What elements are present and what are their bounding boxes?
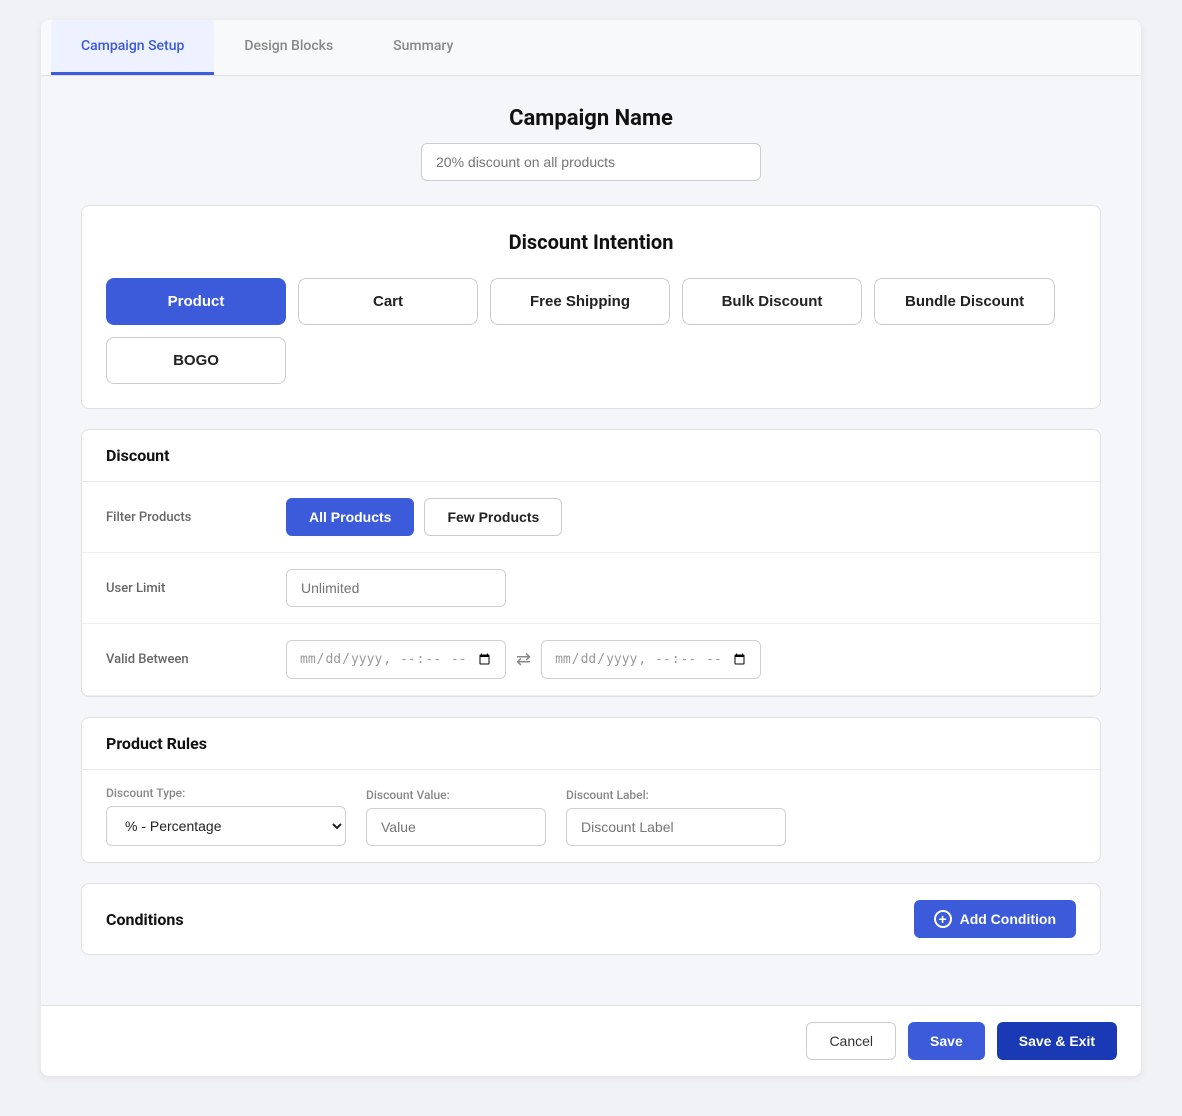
user-limit-row: User Limit [82, 553, 1100, 624]
user-limit-controls [286, 569, 1076, 607]
valid-between-controls: ⇄ [286, 640, 1076, 679]
user-limit-input[interactable] [286, 569, 506, 607]
discount-value-label: Discount Value: [366, 788, 546, 802]
campaign-name-input[interactable] [421, 143, 761, 181]
conditions-title: Conditions [106, 910, 184, 929]
discount-type-select[interactable]: % - Percentage $ - Fixed Amount [106, 806, 346, 846]
product-rules-row: Discount Type: % - Percentage $ - Fixed … [82, 770, 1100, 862]
tabs-bar: Campaign Setup Design Blocks Summary [41, 20, 1141, 76]
arrows-icon: ⇄ [516, 649, 531, 670]
discount-intention-title: Discount Intention [106, 230, 1076, 254]
valid-from-date-input[interactable] [286, 640, 506, 679]
discount-label-label: Discount Label: [566, 788, 786, 802]
product-rules-title: Product Rules [82, 718, 1100, 770]
filter-products-label: Filter Products [106, 510, 286, 525]
conditions-card: Conditions + Add Condition [81, 883, 1101, 955]
date-group: ⇄ [286, 640, 761, 679]
filter-few-products-btn[interactable]: Few Products [424, 498, 562, 536]
plus-circle-icon: + [934, 910, 952, 928]
intention-btn-free-shipping[interactable]: Free Shipping [490, 278, 670, 325]
discount-intention-card: Discount Intention Product Cart Free Shi… [81, 205, 1101, 409]
conditions-header: Conditions + Add Condition [82, 884, 1100, 954]
intention-btn-product[interactable]: Product [106, 278, 286, 325]
intention-buttons-grid: Product Cart Free Shipping Bulk Discount… [106, 278, 1076, 384]
campaign-name-section: Campaign Name [81, 106, 1101, 181]
discount-section-title: Discount [82, 430, 1100, 482]
valid-between-label: Valid Between [106, 652, 286, 667]
content-area: Campaign Name Discount Intention Product… [41, 76, 1141, 1005]
cancel-button[interactable]: Cancel [806, 1022, 896, 1060]
save-exit-button[interactable]: Save & Exit [997, 1022, 1117, 1060]
main-container: Campaign Setup Design Blocks Summary Cam… [41, 20, 1141, 1076]
intention-btn-bundle-discount[interactable]: Bundle Discount [874, 278, 1055, 325]
discount-label-group: Discount Label: [566, 788, 786, 846]
campaign-name-title: Campaign Name [81, 106, 1101, 131]
discount-label-input[interactable] [566, 808, 786, 846]
valid-to-date-input[interactable] [541, 640, 761, 679]
footer: Cancel Save Save & Exit [41, 1005, 1141, 1076]
tab-design-blocks[interactable]: Design Blocks [214, 20, 363, 75]
discount-value-input[interactable] [366, 808, 546, 846]
filter-products-controls: All Products Few Products [286, 498, 1076, 536]
intention-btn-bulk-discount[interactable]: Bulk Discount [682, 278, 862, 325]
tab-summary[interactable]: Summary [363, 20, 483, 75]
save-button[interactable]: Save [908, 1022, 985, 1060]
discount-type-group: Discount Type: % - Percentage $ - Fixed … [106, 786, 346, 846]
add-condition-button[interactable]: + Add Condition [914, 900, 1076, 938]
add-condition-label: Add Condition [960, 911, 1056, 927]
filter-all-products-btn[interactable]: All Products [286, 498, 414, 536]
intention-btn-bogo[interactable]: BOGO [106, 337, 286, 384]
intention-btn-cart[interactable]: Cart [298, 278, 478, 325]
filter-products-row: Filter Products All Products Few Product… [82, 482, 1100, 553]
discount-section-card: Discount Filter Products All Products Fe… [81, 429, 1101, 697]
product-rules-card: Product Rules Discount Type: % - Percent… [81, 717, 1101, 863]
discount-type-label: Discount Type: [106, 786, 346, 800]
valid-between-row: Valid Between ⇄ [82, 624, 1100, 696]
tab-campaign-setup[interactable]: Campaign Setup [51, 20, 214, 75]
discount-value-group: Discount Value: [366, 788, 546, 846]
user-limit-label: User Limit [106, 581, 286, 596]
